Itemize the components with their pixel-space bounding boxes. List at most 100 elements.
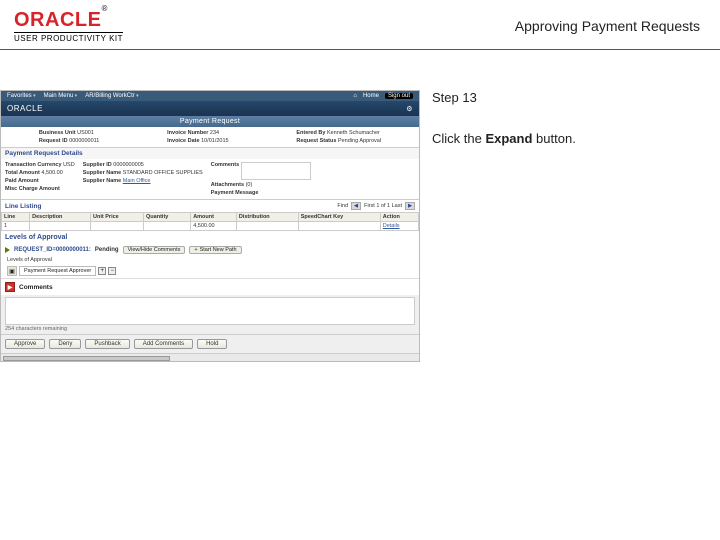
request-id-label: REQUEST_ID=0000000011: (14, 247, 91, 253)
action-bar: Approve Deny Pushback Add Comments Hold (1, 334, 419, 353)
comments-bar: ▶ Comments (1, 278, 419, 295)
nav-item-workctr[interactable]: AR/Billing WorkCtr (85, 93, 138, 99)
status-value: Pending Approval (338, 138, 381, 144)
start-new-path-button[interactable]: +Start New Path (189, 246, 241, 254)
cell-amount: 4,500.00 (191, 222, 237, 231)
bu-label: Business Unit (39, 130, 76, 136)
approval-heading: Levels of Approval (1, 231, 419, 244)
reqid-value: 0000000011 (69, 138, 99, 144)
supname-label: Supplier Name (83, 170, 122, 176)
lines-heading: Line Listing (5, 203, 41, 210)
hold-button[interactable]: Hold (197, 339, 227, 349)
details-heading: Payment Request Details (1, 148, 419, 159)
request-status: Pending (95, 247, 119, 253)
pending-status-icon: ▣ (7, 266, 17, 276)
supname-value: STANDARD OFFICE SUPPLIES (123, 170, 203, 176)
attach-label: Attachments (211, 182, 244, 188)
paid-label: Paid Amount (5, 178, 39, 184)
mini-footer (1, 353, 419, 361)
bu-value: US001 (77, 130, 94, 136)
comments-textarea[interactable] (241, 162, 311, 180)
nav-item-mainmenu[interactable]: Main Menu (44, 93, 78, 99)
nav-signout[interactable]: Sign out (385, 93, 413, 99)
instr-bold: Expand (485, 131, 532, 146)
table-row: 1 4,500.00 Details (2, 222, 419, 231)
supplier-label: Supplier Name (83, 178, 122, 184)
approver-box[interactable]: Payment Request Approver (19, 266, 96, 276)
col-unitprice: Unit Price (91, 213, 144, 222)
instruction-column: Step 13 Click the Expand button. (432, 90, 720, 362)
addcomments-button[interactable]: Add Comments (134, 339, 193, 349)
invnum-value: 234 (210, 130, 219, 136)
approver-row: ▣ Payment Request Approver + − (1, 264, 419, 278)
remove-approver-button[interactable]: − (108, 267, 116, 275)
approve-button[interactable]: Approve (5, 339, 45, 349)
pager-prev-icon[interactable]: ◀ (351, 202, 361, 210)
expand-button[interactable]: ▶ (5, 282, 15, 292)
col-dist: Distribution (236, 213, 298, 222)
invnum-label: Invoice Number (167, 130, 208, 136)
comments-label: Comments (211, 162, 239, 168)
col-action: Action (380, 213, 418, 222)
approval-request-bar: REQUEST_ID=0000000011: Pending View/Hide… (1, 244, 419, 256)
misc-label: Misc Charge Amount (5, 186, 60, 192)
doc-title: Approving Payment Requests (515, 10, 706, 34)
home-icon[interactable]: ⌂ (353, 93, 357, 99)
supplier-link[interactable]: Main Office (123, 178, 151, 184)
comments-input[interactable] (5, 297, 415, 325)
cell-dist (236, 222, 298, 231)
currency-label: Transaction Currency (5, 162, 62, 168)
view-hide-comments-button[interactable]: View/Hide Comments (123, 246, 186, 254)
col-desc: Description (30, 213, 91, 222)
step-label: Step 13 (432, 90, 720, 105)
cell-unitprice (91, 222, 144, 231)
add-approver-button[interactable]: + (98, 267, 106, 275)
entby-value: Kenneth Schumacher (327, 130, 380, 136)
instr-suffix: button. (532, 131, 575, 146)
attach-count[interactable]: (0) (246, 182, 253, 188)
comments-remaining: 254 characters remaining (5, 325, 415, 332)
instr-prefix: Click the (432, 131, 485, 146)
doc-header: ORACLE® USER PRODUCTIVITY KIT Approving … (0, 0, 720, 47)
horizontal-scrollbar[interactable] (3, 356, 170, 361)
col-speedchart: SpeedChart Key (298, 213, 380, 222)
deny-button[interactable]: Deny (49, 339, 81, 349)
pager-next-icon[interactable]: ▶ (405, 202, 415, 210)
brand-bar: ORACLE ⚙ (1, 101, 419, 116)
oracle-logo: ORACLE® (14, 10, 123, 30)
supid-value: 0000000005 (113, 162, 144, 168)
pushback-button[interactable]: Pushback (85, 339, 129, 349)
lines-pager: Find ◀ First 1 of 1 Last ▶ (337, 202, 415, 210)
brand-label: ORACLE (7, 104, 43, 113)
invdate-value: 10/01/2015 (201, 138, 229, 144)
cell-line: 1 (2, 222, 30, 231)
find-label[interactable]: Find (337, 203, 348, 209)
pager-text: First 1 of 1 Last (364, 203, 402, 209)
mini-navbar: Favorites Main Menu AR/Billing WorkCtr ⌂… (1, 91, 419, 101)
nav-item-favorites[interactable]: Favorites (7, 93, 36, 99)
total-value: 4,500.00 (41, 170, 62, 176)
nav-home[interactable]: Home (363, 93, 379, 99)
page-title-bar: Payment Request (1, 116, 419, 127)
nav-right: ⌂ Home Sign out (353, 93, 413, 99)
gear-icon[interactable]: ⚙ (406, 105, 413, 113)
status-label: Request Status (296, 138, 336, 144)
details-link[interactable]: Details (383, 223, 400, 229)
reqid-label: Request ID (39, 138, 68, 144)
comments-heading: Comments (19, 284, 53, 291)
logo-rule (14, 32, 123, 33)
lines-header: Line Listing Find ◀ First 1 of 1 Last ▶ (1, 200, 419, 212)
view-hide-label: View/Hide Comments (128, 247, 181, 253)
invdate-label: Invoice Date (167, 138, 199, 144)
col-amount: Amount (191, 213, 237, 222)
collapse-triangle-icon[interactable] (5, 247, 10, 253)
screenshot-column: Favorites Main Menu AR/Billing WorkCtr ⌂… (0, 90, 420, 362)
mini-ui: Favorites Main Menu AR/Billing WorkCtr ⌂… (0, 90, 420, 362)
total-label: Total Amount (5, 170, 40, 176)
col-line: Line (2, 213, 30, 222)
details-panel: Transaction Currency USD Total Amount 4,… (1, 159, 419, 200)
lines-grid: Line Description Unit Price Quantity Amo… (1, 212, 419, 231)
plus-icon: + (194, 247, 197, 253)
currency-value: USD (63, 162, 75, 168)
supid-label: Supplier ID (83, 162, 112, 168)
